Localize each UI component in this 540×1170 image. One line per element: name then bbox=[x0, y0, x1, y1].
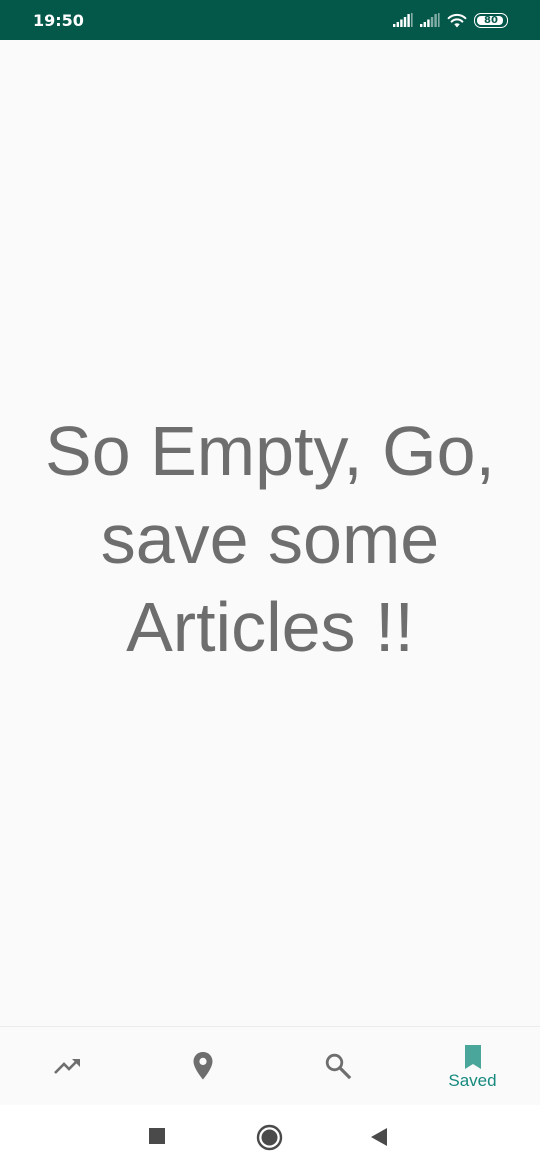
search-icon bbox=[325, 1053, 351, 1080]
back-button[interactable] bbox=[370, 1127, 388, 1147]
nav-item-location[interactable] bbox=[135, 1027, 270, 1105]
location-pin-icon bbox=[193, 1052, 212, 1080]
signal-icon bbox=[393, 13, 413, 27]
recents-button[interactable] bbox=[148, 1127, 166, 1145]
status-icons: 80 bbox=[393, 12, 508, 28]
signal-icon bbox=[420, 13, 440, 27]
bookmark-icon bbox=[464, 1044, 481, 1069]
empty-state-message: So Empty, Go, save some Articles !! bbox=[45, 412, 495, 666]
trending-up-icon bbox=[53, 1059, 80, 1074]
system-navigation-bar bbox=[0, 1105, 540, 1170]
main-content: So Empty, Go, save some Articles !! bbox=[0, 40, 540, 1026]
recents-square-icon bbox=[149, 1128, 165, 1144]
bottom-navigation: Saved bbox=[0, 1026, 540, 1105]
nav-item-search[interactable] bbox=[270, 1027, 405, 1105]
battery-icon: 80 bbox=[474, 12, 508, 28]
back-triangle-icon bbox=[371, 1128, 387, 1146]
nav-label-saved: Saved bbox=[448, 1070, 497, 1090]
wifi-icon bbox=[447, 13, 467, 27]
home-circle-icon bbox=[256, 1124, 283, 1151]
home-button[interactable] bbox=[256, 1124, 283, 1151]
status-bar: 19:50 80 bbox=[0, 0, 540, 40]
status-time: 19:50 bbox=[33, 10, 84, 30]
nav-item-saved[interactable]: Saved bbox=[405, 1027, 540, 1105]
battery-level: 80 bbox=[484, 14, 498, 26]
nav-item-trending[interactable] bbox=[0, 1027, 135, 1105]
